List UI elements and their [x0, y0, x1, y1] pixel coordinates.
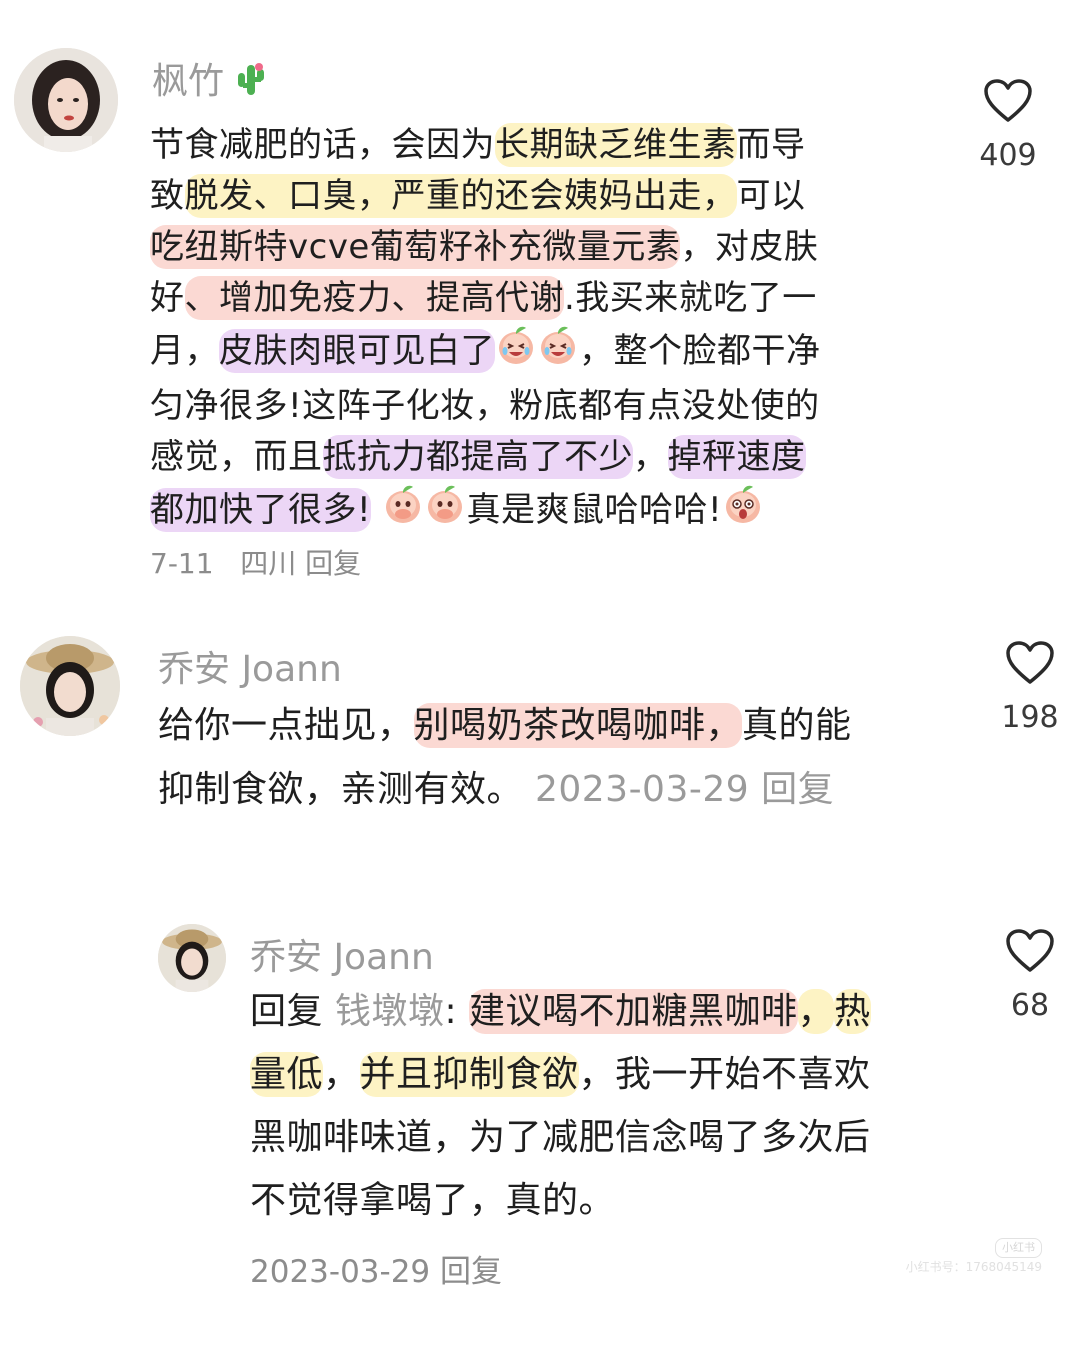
- comment-line: 都加快了很多! 真是爽鼠哈哈哈!: [150, 483, 920, 540]
- emo-cover-mouth-icon: [425, 483, 465, 540]
- text-segment: 致: [150, 176, 185, 216]
- text-segment: 抑制食欲，亲测有效。: [158, 769, 535, 810]
- like-count: 68: [1010, 988, 1050, 1023]
- comment-line: 黑咖啡味道，为了减肥信念喝了多次后: [250, 1106, 970, 1169]
- avatar[interactable]: [14, 48, 118, 152]
- comment-text: 节食减肥的话，会因为长期缺乏维生素而导 致脱发、口臭，严重的还会姨妈出走，可以 吃纽…: [150, 120, 920, 540]
- comment-line: 节食减肥的话，会因为长期缺乏维生素而导: [150, 120, 920, 171]
- highlighted-text: 量低: [250, 1052, 324, 1097]
- like-button[interactable]: 409: [968, 78, 1048, 173]
- heart-icon: [984, 79, 1032, 122]
- comment-line: 感觉，而且抵抗力都提高了不少，掉秤速度: [150, 432, 920, 483]
- text-segment: 月，: [150, 331, 219, 371]
- text-segment: :: [444, 991, 470, 1032]
- text-segment: [371, 490, 382, 530]
- text-segment: 真的能: [742, 705, 852, 746]
- highlighted-text: ，: [797, 989, 835, 1034]
- comment-line: 回复 钱墩墩: 建议喝不加糖黑咖啡，热: [250, 980, 970, 1043]
- comment-line: 量低，并且抑制食欲，我一开始不喜欢: [250, 1043, 970, 1106]
- text-segment: 不觉得拿喝了，真的。: [250, 1180, 616, 1221]
- text-segment: ，: [323, 1054, 360, 1095]
- muted-text[interactable]: 2023-03-29 回复: [535, 769, 834, 810]
- highlighted-text: 都加快了很多!: [150, 488, 372, 532]
- emo-cover-mouth-icon: [383, 483, 423, 540]
- comment-date: 2023-03-29: [250, 1254, 431, 1290]
- comment-line: 好、增加免疫力、提高代谢.我买来就吃了一: [150, 273, 920, 324]
- comment-text: 给你一点拙见，别喝奶茶改喝咖啡，真的能 抑制食欲，亲测有效。 2023-03-29…: [158, 694, 958, 822]
- highlighted-text: 别喝奶茶改喝咖啡，: [413, 703, 743, 748]
- comment-username[interactable]: 乔安 Joann: [250, 928, 434, 980]
- highlighted-text: 并且抑制食欲: [359, 1052, 579, 1097]
- highlighted-text: 建议喝不加糖黑咖啡: [469, 989, 798, 1034]
- comment-line: 吃纽斯特vcve葡萄籽补充微量元素，对皮肤: [150, 222, 920, 273]
- highlighted-text: 吃纽斯特vcve葡萄籽补充微量元素: [150, 225, 681, 269]
- comment-meta: 2023-03-29 回复: [250, 1246, 502, 1291]
- text-segment: 黑咖啡味道，为了减肥信念喝了多次后: [250, 1117, 871, 1158]
- like-button[interactable]: 198: [990, 640, 1070, 735]
- emo-surprised-icon: [723, 483, 763, 540]
- text-segment: 回复: [250, 991, 335, 1032]
- highlighted-text: 、增加免疫力、提高代谢: [184, 276, 564, 320]
- text-segment: ，: [633, 437, 668, 477]
- highlighted-text: 脱发、口臭，严重的还会姨妈出走，: [184, 174, 737, 218]
- text-segment: ，整个脸都干净: [579, 331, 821, 371]
- comment-3-reply: 乔安 Joann 回复 钱墩墩: 建议喝不加糖黑咖啡，热 量低，并且抑制食欲，我一…: [0, 900, 1080, 1360]
- watermark-badge: 小红书: [995, 1238, 1042, 1258]
- comment-text: 回复 钱墩墩: 建议喝不加糖黑咖啡，热 量低，并且抑制食欲，我一开始不喜欢 黑咖啡味…: [250, 980, 970, 1232]
- comment-date: 7-11: [150, 547, 214, 580]
- text-segment: 节食减肥的话，会因为: [150, 125, 495, 165]
- like-count: 409: [979, 138, 1037, 173]
- highlighted-text: 掉秤速度: [667, 435, 806, 479]
- comment-line: 月，皮肤肉眼可见白了 ，整个脸都干净: [150, 324, 920, 381]
- muted-text[interactable]: 钱墩墩: [335, 991, 445, 1032]
- comment-2: 乔安 Joann 给你一点拙见，别喝奶茶改喝咖啡，真的能 抑制食欲，亲测有效。 2…: [0, 600, 1080, 900]
- comment-username[interactable]: 枫竹: [152, 52, 267, 108]
- text-segment: ，对皮肤: [680, 227, 819, 267]
- text-segment: 给你一点拙见，: [158, 705, 414, 746]
- comment-line: 抑制食欲，亲测有效。 2023-03-29 回复: [158, 758, 958, 822]
- watermark: 小红书 小红书号：1768045149: [906, 1238, 1042, 1276]
- comment-line: 不觉得拿喝了，真的。: [250, 1169, 970, 1232]
- text-segment: 感觉，而且: [150, 437, 323, 477]
- highlighted-text: 抵抗力都提高了不少: [322, 435, 633, 479]
- cactus-emoji-icon: [235, 59, 267, 108]
- reply-button[interactable]: 回复: [440, 1254, 502, 1290]
- comment-username[interactable]: 乔安 Joann: [158, 640, 342, 692]
- highlighted-text: 热: [834, 989, 871, 1034]
- text-segment: 真是爽鼠哈哈哈!: [466, 490, 723, 530]
- comment-meta: 7-11 四川 回复: [150, 542, 361, 582]
- highlighted-text: 长期缺乏维生素: [495, 123, 737, 167]
- comment-line: 致脱发、口臭，严重的还会姨妈出走，可以: [150, 171, 920, 222]
- reply-button[interactable]: 回复: [305, 547, 361, 580]
- highlighted-text: 皮肤肉眼可见白了: [219, 329, 495, 373]
- comment-line: 匀净很多!这阵子化妆，粉底都有点没处使的: [150, 381, 920, 432]
- avatar[interactable]: [158, 924, 226, 992]
- text-segment: 匀净很多!这阵子化妆，粉底都有点没处使的: [150, 386, 820, 426]
- comment-line: 给你一点拙见，别喝奶茶改喝咖啡，真的能: [158, 694, 958, 758]
- text-segment: 可以: [736, 176, 806, 216]
- text-segment: .我买来就吃了一: [564, 278, 817, 318]
- text-segment: 而导: [736, 125, 806, 165]
- emo-laugh-cry-icon: [538, 324, 578, 381]
- avatar[interactable]: [20, 636, 120, 736]
- comment-1: 枫竹 节食减肥的话，会因为长期缺乏维生素而导 致脱发、口臭，严重的还会姨妈出走，可…: [0, 0, 1080, 600]
- heart-icon: [1006, 929, 1054, 972]
- heart-icon: [1006, 641, 1054, 684]
- text-segment: ，我一开始不喜欢: [578, 1054, 871, 1095]
- comment-location: 四川: [240, 547, 297, 580]
- like-count: 198: [1001, 700, 1059, 735]
- emo-laugh-cry-icon: [496, 324, 536, 381]
- watermark-id: 小红书号：1768045149: [905, 1260, 1042, 1274]
- text-segment: 好: [150, 278, 185, 318]
- like-button[interactable]: 68: [990, 928, 1070, 1023]
